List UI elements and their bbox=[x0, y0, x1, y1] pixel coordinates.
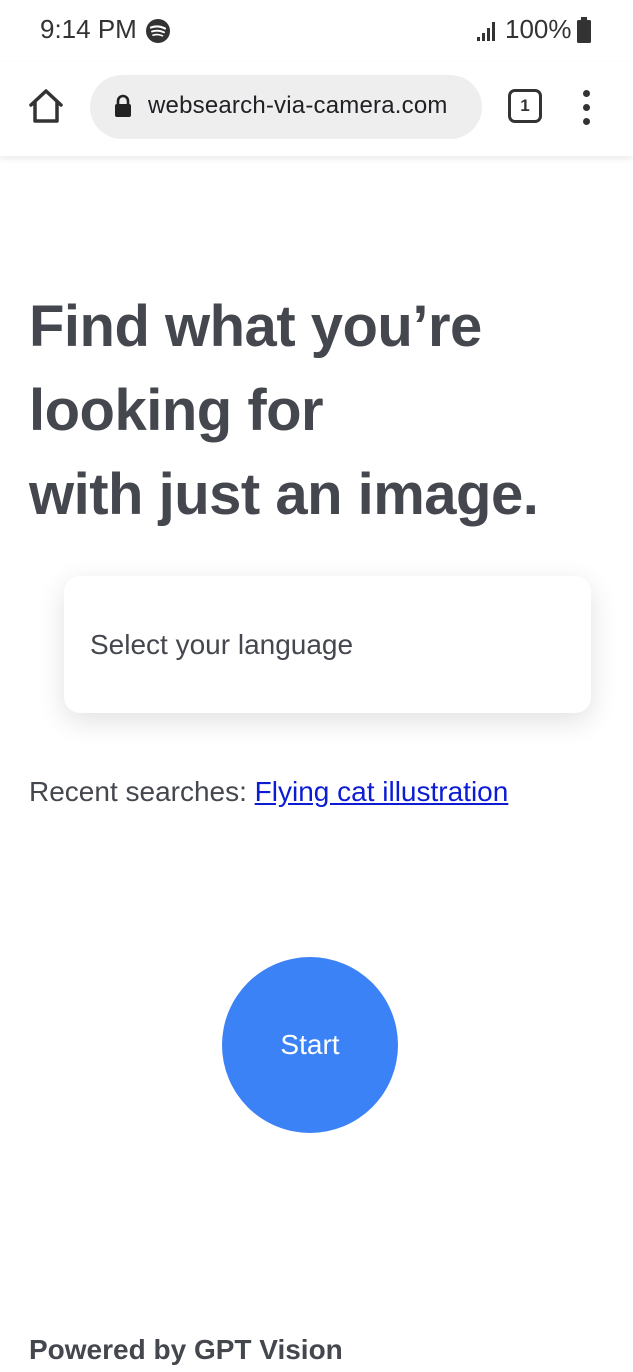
tabs-icon[interactable]: 1 bbox=[508, 89, 542, 123]
language-select[interactable]: Select your language bbox=[64, 576, 591, 713]
recent-searches-label: Recent searches: bbox=[29, 776, 247, 807]
language-select-label: Select your language bbox=[90, 629, 354, 660]
page-title-line-1: Find what you’re bbox=[29, 294, 482, 359]
more-vert-icon[interactable] bbox=[574, 86, 598, 128]
page-title-line-2: looking for bbox=[29, 378, 324, 443]
page-title-line-3: with just an image. bbox=[29, 462, 539, 527]
page-title: Find what you’re looking for with just a… bbox=[29, 285, 619, 537]
powered-by-text: Powered by GPT Vision bbox=[29, 1334, 343, 1365]
status-bar: 9:14 PM 100% bbox=[0, 0, 633, 62]
lock-icon bbox=[115, 94, 131, 117]
browser-toolbar: websearch-via-camera.com 1 bbox=[0, 62, 633, 156]
url-text: websearch-via-camera.com bbox=[148, 92, 448, 119]
home-icon[interactable] bbox=[26, 86, 66, 126]
battery-icon bbox=[577, 17, 591, 43]
status-time: 9:14 PM bbox=[40, 14, 137, 44]
recent-search-link[interactable]: Flying cat illustration bbox=[255, 776, 509, 807]
url-bar[interactable]: websearch-via-camera.com bbox=[90, 75, 482, 139]
battery-percentage: 100% bbox=[505, 14, 572, 44]
start-button[interactable]: Start bbox=[222, 957, 398, 1133]
signal-icon bbox=[477, 22, 495, 41]
spotify-icon bbox=[146, 19, 170, 43]
recent-searches: Recent searches: Flying cat illustration bbox=[29, 776, 508, 808]
